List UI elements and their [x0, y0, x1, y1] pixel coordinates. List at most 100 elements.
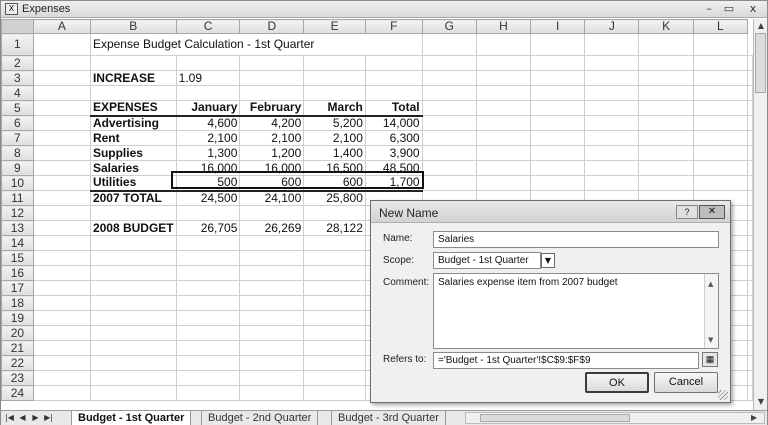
name-field[interactable]: Salaries [433, 231, 719, 248]
cell[interactable] [747, 70, 753, 86]
cell[interactable] [32, 85, 91, 101]
cell[interactable] [747, 130, 753, 146]
column-header[interactable]: K [638, 19, 694, 34]
cell[interactable] [584, 160, 640, 176]
row-header[interactable]: 8 [1, 145, 34, 161]
cell[interactable] [584, 130, 640, 146]
scroll-up-icon[interactable]: ▲ [708, 280, 713, 288]
row-label-cell[interactable] [89, 205, 177, 221]
column-header[interactable]: J [584, 19, 640, 34]
cell[interactable] [421, 130, 477, 146]
row-label-cell[interactable]: Supplies [89, 145, 177, 161]
cell[interactable] [747, 85, 753, 101]
value-cell[interactable] [175, 355, 241, 371]
row-label-cell[interactable] [89, 250, 177, 266]
value-cell[interactable] [239, 250, 305, 266]
cell[interactable] [32, 145, 91, 161]
cell[interactable] [475, 33, 532, 56]
vertical-scrollbar[interactable]: ▲ ▼ [753, 19, 767, 410]
dialog-close-button[interactable]: ✕ [699, 205, 725, 219]
cell[interactable] [530, 175, 586, 191]
cell[interactable] [475, 175, 532, 191]
cancel-button[interactable]: Cancel [654, 372, 718, 393]
value-cell[interactable] [303, 370, 366, 386]
row-label-cell[interactable]: Utilities [89, 175, 177, 191]
cell[interactable] [32, 325, 91, 341]
value-cell[interactable] [303, 340, 366, 356]
cell[interactable] [584, 115, 640, 131]
value-cell[interactable] [303, 205, 366, 221]
row-header[interactable]: 4 [1, 85, 34, 101]
cell[interactable] [747, 160, 753, 176]
value-cell[interactable]: 4,600 [175, 115, 241, 131]
restore-icon[interactable]: ▭ [721, 2, 737, 16]
row-label-cell[interactable] [89, 310, 177, 326]
value-cell[interactable]: 4,200 [239, 115, 305, 131]
value-cell[interactable] [239, 325, 305, 341]
row-header[interactable]: 11 [1, 190, 34, 206]
cell[interactable] [530, 145, 586, 161]
cell[interactable] [32, 130, 91, 146]
value-cell[interactable]: 28,122 [303, 220, 366, 236]
cell[interactable] [32, 370, 91, 386]
value-cell[interactable]: Total [364, 100, 423, 117]
row-label-cell[interactable] [89, 295, 177, 311]
scroll-down-icon[interactable]: ▼ [756, 397, 766, 407]
cell[interactable] [747, 355, 753, 371]
value-cell[interactable] [239, 235, 305, 251]
cell[interactable] [747, 280, 753, 296]
value-cell[interactable]: 25,800 [303, 189, 366, 206]
cell[interactable] [692, 130, 749, 146]
cell[interactable] [584, 70, 640, 86]
collapse-dialog-icon[interactable]: ▦ [702, 352, 718, 367]
value-cell[interactable] [175, 385, 241, 401]
cell[interactable] [530, 130, 586, 146]
value-cell[interactable] [303, 55, 366, 71]
value-cell[interactable] [175, 310, 241, 326]
cell[interactable] [584, 100, 640, 116]
row-label-cell[interactable] [89, 280, 177, 296]
row-label-cell[interactable] [89, 340, 177, 356]
value-cell[interactable] [239, 370, 305, 386]
value-cell[interactable] [239, 295, 305, 311]
cell[interactable] [475, 85, 532, 101]
cell[interactable] [475, 115, 532, 131]
cell[interactable] [32, 265, 91, 281]
scroll-up-icon[interactable]: ▲ [756, 21, 766, 31]
cell[interactable] [32, 205, 91, 221]
row-label-cell[interactable]: 2007 TOTAL [89, 189, 177, 206]
value-cell[interactable] [239, 265, 305, 281]
value-cell[interactable]: January [175, 100, 241, 117]
row-header[interactable]: 18 [1, 295, 34, 311]
value-cell[interactable]: 48,500 [364, 160, 423, 176]
cell[interactable] [32, 280, 91, 296]
cell[interactable] [747, 145, 753, 161]
cell[interactable] [747, 325, 753, 341]
row-label-cell[interactable]: INCREASE [89, 70, 177, 86]
cell[interactable] [475, 70, 532, 86]
cell[interactable] [584, 55, 640, 71]
cell[interactable] [32, 115, 91, 131]
cell[interactable] [747, 385, 753, 401]
tab-budget-1st-quarter[interactable]: Budget - 1st Quarter [71, 411, 192, 425]
tab-budget-2nd-quarter[interactable]: Budget - 2nd Quarter [201, 411, 319, 425]
cell[interactable] [32, 160, 91, 176]
row-header[interactable]: 21 [1, 340, 34, 356]
value-cell[interactable] [364, 55, 423, 71]
row-label-cell[interactable] [89, 325, 177, 341]
value-cell[interactable]: 3,900 [364, 145, 423, 161]
value-cell[interactable] [239, 385, 305, 401]
value-cell[interactable]: 26,705 [175, 220, 241, 236]
value-cell[interactable] [303, 295, 366, 311]
cell[interactable] [530, 70, 586, 86]
cell[interactable] [421, 85, 477, 101]
value-cell[interactable]: 16,000 [175, 160, 241, 176]
row-label-cell[interactable] [89, 355, 177, 371]
row-header[interactable]: 9 [1, 160, 34, 176]
cell[interactable] [421, 100, 477, 116]
row-header[interactable]: 6 [1, 115, 34, 131]
first-sheet-icon[interactable]: |◀ [4, 411, 15, 425]
column-header[interactable]: H [475, 19, 532, 34]
row-label-cell[interactable]: Advertising [89, 115, 177, 131]
row-header[interactable]: 10 [1, 175, 34, 191]
